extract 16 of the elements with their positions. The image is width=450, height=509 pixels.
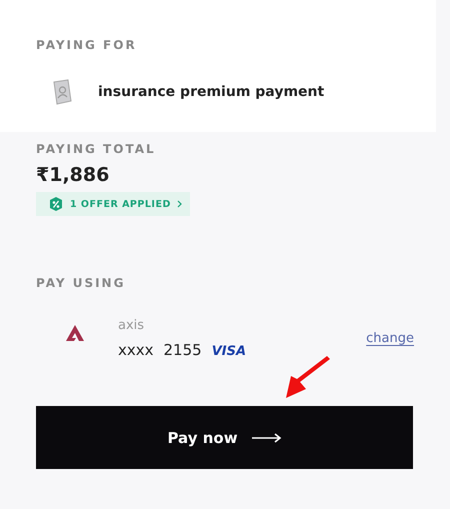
card-number: 2155 (164, 340, 202, 358)
bank-logo-icon (66, 325, 84, 341)
chevron-icon (176, 200, 182, 208)
section-label: PAY USING (36, 276, 126, 290)
offer-badge[interactable]: 1 OFFER APPLIED (36, 192, 190, 216)
change-link[interactable]: change (366, 330, 414, 346)
item-title: insurance premium payment (98, 84, 324, 100)
section-label: PAYING TOTAL (36, 142, 157, 156)
card-network: VISA (212, 344, 246, 358)
discount-icon (48, 196, 64, 212)
section-label: PAYING FOR (36, 38, 138, 52)
card-mask: xxxx (118, 340, 154, 358)
total-amount: ₹1,886 (36, 164, 110, 186)
arrow-icon (252, 432, 282, 442)
pay-now-button[interactable]: Pay now (36, 406, 413, 469)
bank-name: axis (118, 318, 146, 332)
